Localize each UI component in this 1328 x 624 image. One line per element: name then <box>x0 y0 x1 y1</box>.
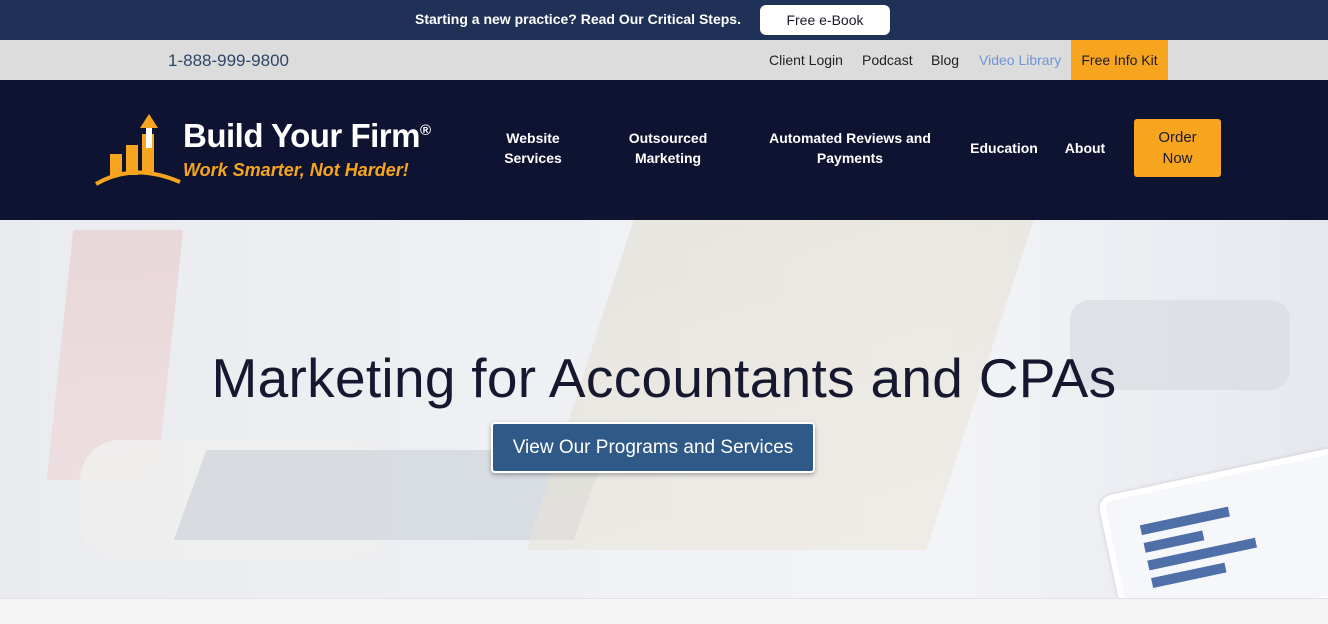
background-tablet <box>1097 445 1328 598</box>
nav-education[interactable]: Education <box>966 138 1042 158</box>
order-label: Now <box>1162 150 1193 167</box>
nav-label: Education <box>970 140 1038 156</box>
order-label: Order <box>1158 129 1197 146</box>
free-ebook-button[interactable]: Free e-Book <box>760 5 890 35</box>
chart-arrow-logo-icon <box>94 114 181 186</box>
nav-label: About <box>1064 140 1106 156</box>
nav-outsourced-marketing[interactable]: Outsourced Marketing <box>620 128 716 168</box>
nav-label: Outsourced <box>628 130 708 146</box>
hero-title: Marketing for Accountants and CPAs <box>211 347 1117 409</box>
free-info-kit-button[interactable]: Free Info Kit <box>1071 40 1168 80</box>
podcast-link[interactable]: Podcast <box>862 52 913 68</box>
logo[interactable]: Build Your Firm® Work Smarter, Not Harde… <box>94 112 439 188</box>
nav-label: Website <box>506 130 560 146</box>
blog-link[interactable]: Blog <box>931 52 959 68</box>
utility-bar: 1-888-999-9800 Client Login Podcast Blog… <box>0 40 1328 80</box>
brand-title: Build Your Firm® <box>183 117 431 154</box>
nav-label: Services <box>504 150 562 166</box>
nav-label: Marketing <box>634 150 702 166</box>
content-start-band <box>0 598 1328 624</box>
nav-automated-reviews-payments[interactable]: Automated Reviews and Payments <box>765 128 935 168</box>
phone-number[interactable]: 1-888-999-9800 <box>168 51 289 71</box>
brand-tagline: Work Smarter, Not Harder! <box>183 160 409 180</box>
order-now-button[interactable]: Order Now <box>1134 119 1221 177</box>
video-library-link[interactable]: Video Library <box>979 52 1061 68</box>
view-programs-button[interactable]: View Our Programs and Services <box>491 422 815 473</box>
promo-text: Starting a new practice? Read Our Critic… <box>415 11 741 27</box>
nav-label: Payments <box>816 150 884 166</box>
nav-label: Automated Reviews and <box>769 130 931 146</box>
nav-website-services[interactable]: Website Services <box>498 128 568 168</box>
nav-about[interactable]: About <box>1060 138 1110 158</box>
promo-bar: Starting a new practice? Read Our Critic… <box>0 0 1328 40</box>
client-login-link[interactable]: Client Login <box>769 52 843 68</box>
